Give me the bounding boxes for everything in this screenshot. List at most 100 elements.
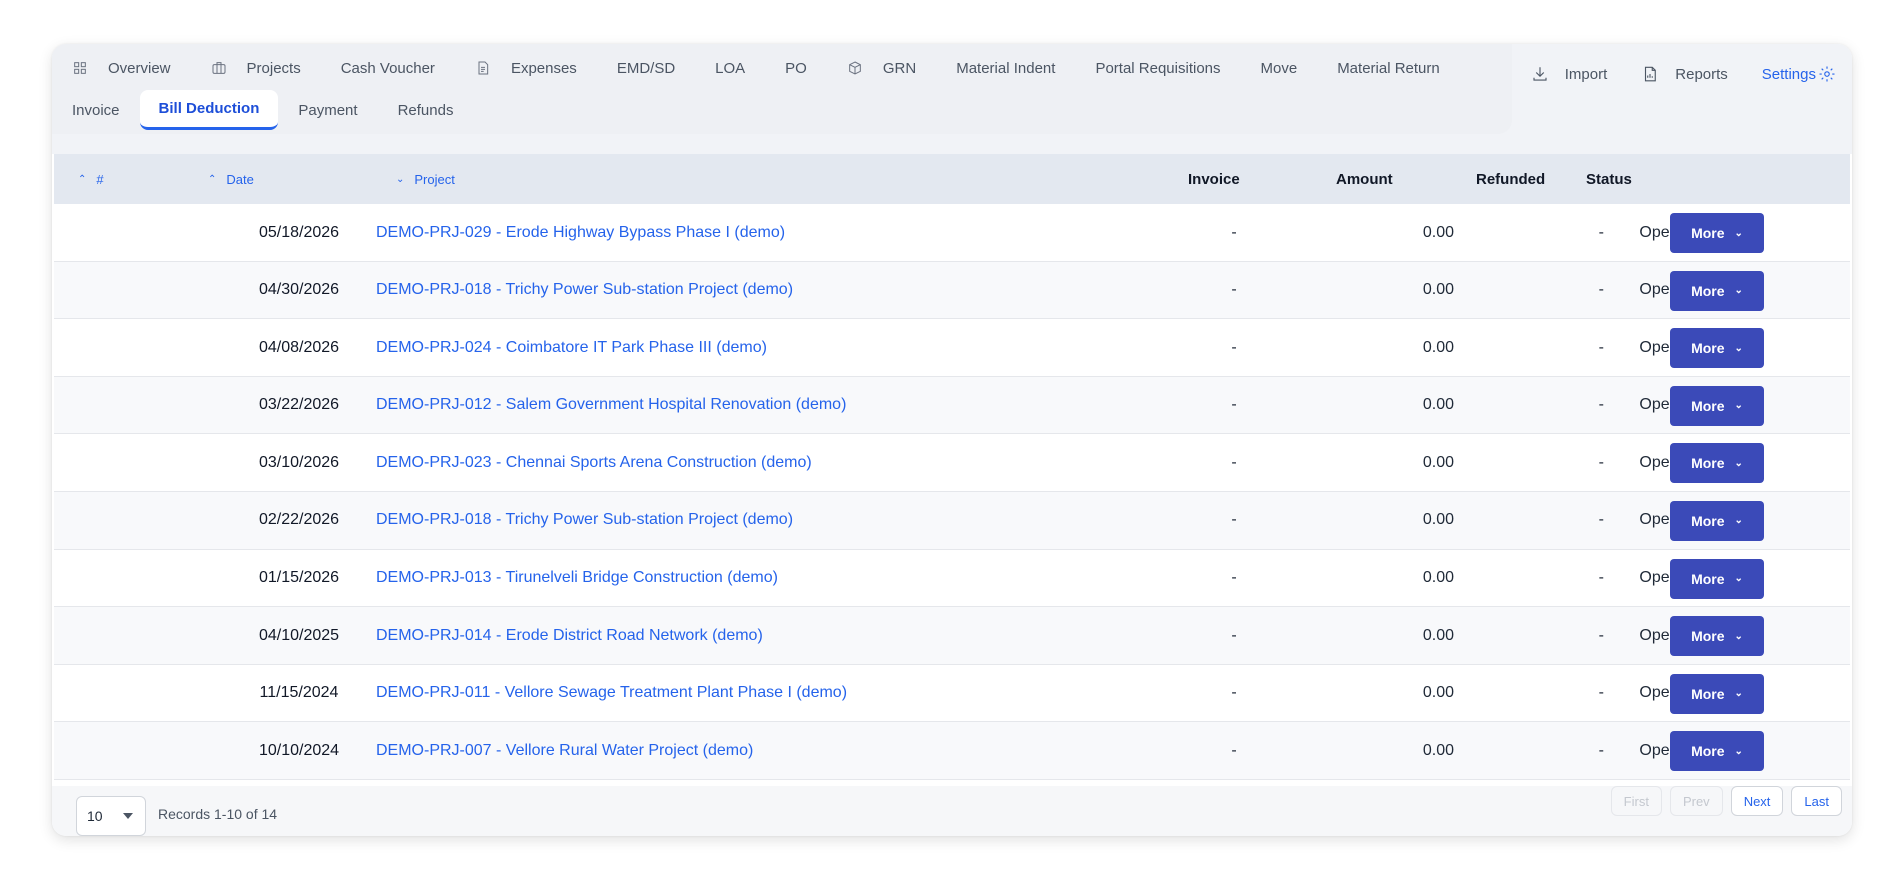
- project-link[interactable]: DEMO-PRJ-011 - Vellore Sewage Treatment …: [376, 665, 847, 722]
- more-button[interactable]: More ⌄: [1670, 385, 1764, 426]
- nav-tab-expenses[interactable]: Expenses: [455, 50, 597, 86]
- nav-tab-label: Portal Requisitions: [1095, 59, 1221, 77]
- pagination: First Prev Next Last: [1603, 786, 1842, 816]
- module-nav-row-2: Invoice Bill Deduction Payment Refunds: [52, 90, 473, 130]
- date-cell: 04/10/2025: [258, 626, 340, 644]
- nav-tab-payment[interactable]: Payment: [278, 92, 377, 128]
- refunded-cell: -: [1598, 338, 1604, 356]
- chevron-up-icon: ⌃: [208, 173, 217, 185]
- more-button[interactable]: More ⌄: [1670, 270, 1764, 311]
- date-cell: 03/22/2026: [258, 396, 340, 414]
- project-link[interactable]: DEMO-PRJ-018 - Trichy Power Sub-station …: [376, 492, 793, 549]
- nav-tab-grn[interactable]: GRN: [827, 50, 936, 86]
- main-card: Overview Projects Cash Voucher Expenses EMD/…: [52, 44, 1852, 836]
- invoice-cell: -: [1231, 223, 1237, 241]
- reports-label: Reports: [1675, 65, 1728, 83]
- project-link[interactable]: DEMO-PRJ-007 - Vellore Rural Water Proje…: [376, 722, 753, 779]
- nav-tab-bill-deduction[interactable]: Bill Deduction: [139, 90, 279, 130]
- amount-cell: 0.00: [1422, 511, 1454, 529]
- module-nav-row-1: Overview Projects Cash Voucher Expenses EMD/…: [52, 48, 1460, 88]
- prev-page-button[interactable]: Prev: [1669, 786, 1723, 816]
- chevron-down-icon: ⌄: [1734, 342, 1743, 354]
- sort-date-header[interactable]: ⌃ Date: [208, 154, 254, 204]
- project-link[interactable]: DEMO-PRJ-014 - Erode District Road Netwo…: [376, 607, 763, 664]
- chevron-down-icon: ⌄: [1734, 285, 1743, 297]
- refunded-cell: -: [1598, 396, 1604, 414]
- more-button[interactable]: More ⌄: [1670, 328, 1764, 369]
- chevron-down-icon: ⌄: [1734, 515, 1743, 527]
- table-footer: [52, 786, 1852, 836]
- nav-tab-emd-sd[interactable]: EMD/SD: [597, 50, 695, 86]
- nav-tab-refunds[interactable]: Refunds: [378, 92, 474, 128]
- project-link[interactable]: DEMO-PRJ-024 - Coimbatore IT Park Phase …: [376, 319, 767, 376]
- more-button[interactable]: More ⌄: [1670, 213, 1764, 253]
- reports-button[interactable]: Reports: [1641, 65, 1728, 83]
- nav-tab-label: PO: [785, 59, 807, 77]
- nav-tab-cash-voucher[interactable]: Cash Voucher: [321, 50, 455, 86]
- more-button-label: More: [1691, 570, 1725, 587]
- amount-header: Amount: [1336, 170, 1393, 188]
- nav-tab-loa[interactable]: LOA: [695, 50, 765, 86]
- amount-cell: 0.00: [1422, 569, 1454, 587]
- refunded-cell: -: [1598, 453, 1604, 471]
- nav-tab-label: Material Return: [1337, 59, 1440, 77]
- amount-cell: 0.00: [1422, 453, 1454, 471]
- invoice-cell: -: [1231, 338, 1237, 356]
- nav-tab-material-indent[interactable]: Material Indent: [936, 50, 1075, 86]
- nav-tab-label: GRN: [882, 59, 917, 77]
- invoice-cell: -: [1231, 684, 1237, 702]
- nav-tab-invoice[interactable]: Invoice: [52, 92, 140, 128]
- project-link[interactable]: DEMO-PRJ-018 - Trichy Power Sub-station …: [376, 262, 793, 319]
- last-page-button[interactable]: Last: [1791, 786, 1842, 816]
- page-size-select[interactable]: 10: [76, 796, 146, 836]
- amount-cell: 0.00: [1422, 223, 1454, 241]
- nav-tab-portal-requisitions[interactable]: Portal Requisitions: [1075, 50, 1240, 86]
- more-button-label: More: [1691, 225, 1725, 241]
- module-nav: Overview Projects Cash Voucher Expenses EMD/…: [52, 44, 1512, 134]
- table-row: 11/15/2024 DEMO-PRJ-011 - Vellore Sewage …: [54, 665, 1850, 723]
- records-count: Records 1-10 of 14: [158, 806, 278, 822]
- project-link[interactable]: DEMO-PRJ-012 - Salem Government Hospital…: [376, 377, 846, 434]
- nav-tab-move[interactable]: Move: [1241, 50, 1318, 86]
- refunded-header: Refunded: [1476, 170, 1546, 188]
- more-button[interactable]: More ⌄: [1670, 443, 1764, 484]
- more-button[interactable]: More ⌄: [1670, 731, 1764, 772]
- nav-tab-projects[interactable]: Projects: [191, 50, 321, 86]
- more-button-label: More: [1691, 512, 1725, 529]
- refunded-cell: -: [1598, 626, 1604, 644]
- nav-tab-po[interactable]: PO: [765, 50, 827, 86]
- number-header-label: #: [96, 171, 104, 187]
- first-page-button[interactable]: First: [1610, 786, 1662, 816]
- nav-tab-overview[interactable]: Overview: [52, 50, 191, 86]
- more-button[interactable]: More ⌄: [1670, 673, 1764, 714]
- project-link[interactable]: DEMO-PRJ-029 - Erode Highway Bypass Phas…: [376, 204, 785, 261]
- next-page-button[interactable]: Next: [1730, 786, 1784, 816]
- sort-number-header[interactable]: ⌃ #: [78, 154, 104, 204]
- status-header: Status: [1586, 170, 1632, 188]
- more-button[interactable]: More ⌄: [1670, 616, 1764, 657]
- amount-cell: 0.00: [1422, 338, 1454, 356]
- refunded-cell: -: [1598, 569, 1604, 587]
- more-button[interactable]: More ⌄: [1670, 558, 1764, 599]
- caret-down-icon: [123, 813, 133, 819]
- more-button-label: More: [1691, 685, 1725, 702]
- table-row: 01/15/2026 DEMO-PRJ-013 - Tirunelveli Bri…: [54, 550, 1850, 608]
- more-button-label: More: [1691, 340, 1725, 357]
- nav-tab-material-return[interactable]: Material Return: [1317, 50, 1460, 86]
- invoice-cell: -: [1231, 453, 1237, 471]
- report-icon: [1645, 66, 1657, 82]
- invoice-header: Invoice: [1188, 170, 1240, 188]
- top-bar: Overview Projects Cash Voucher Expenses EMD/…: [52, 44, 1852, 154]
- project-link[interactable]: DEMO-PRJ-023 - Chennai Sports Arena Cons…: [376, 434, 812, 491]
- sort-project-header[interactable]: ⌄ Project: [396, 154, 455, 204]
- import-button[interactable]: Import: [1531, 65, 1607, 83]
- project-link[interactable]: DEMO-PRJ-013 - Tirunelveli Bridge Constr…: [376, 550, 778, 607]
- amount-cell: 0.00: [1422, 281, 1454, 299]
- invoice-cell: -: [1231, 511, 1237, 529]
- settings-button[interactable]: Settings: [1762, 65, 1836, 83]
- table-header: ⌃ # ⌃ Date ⌄ Project Invoice Amount Refunde…: [54, 154, 1850, 204]
- box-icon: [849, 61, 861, 75]
- more-button[interactable]: More ⌄: [1670, 500, 1764, 541]
- chevron-down-icon: ⌄: [1734, 745, 1743, 757]
- amount-cell: 0.00: [1422, 684, 1454, 702]
